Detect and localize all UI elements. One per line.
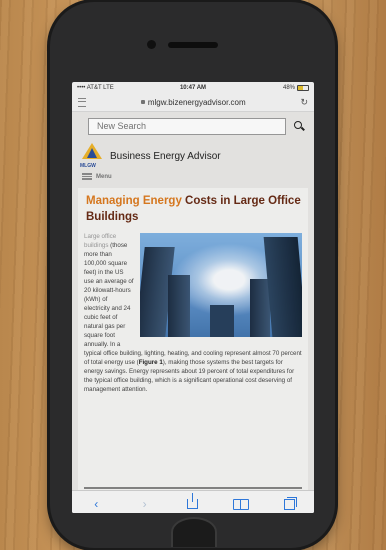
logo-text: MLGW bbox=[80, 163, 96, 169]
site-search bbox=[72, 112, 314, 137]
menu-button[interactable]: Menu bbox=[72, 169, 314, 184]
mlgw-logo[interactable]: MLGW bbox=[80, 143, 104, 169]
building-shape bbox=[168, 275, 190, 338]
url-field[interactable]: mlgw.bizenergyadvisor.com bbox=[92, 98, 294, 107]
share-icon bbox=[187, 493, 199, 509]
article-body: Large office buildings (those more than … bbox=[84, 233, 302, 395]
battery-icon bbox=[297, 84, 309, 91]
browser-address-bar[interactable]: mlgw.bizenergyadvisor.com ↻ bbox=[72, 93, 314, 112]
search-icon[interactable] bbox=[294, 120, 306, 133]
article: Managing Energy Costs in Large Office Bu… bbox=[78, 188, 308, 513]
back-icon[interactable]: ‹ bbox=[86, 496, 106, 512]
bookmarks-button[interactable] bbox=[231, 496, 251, 512]
office-buildings-image bbox=[140, 233, 302, 338]
article-headline: Managing Energy Costs in Large Office Bu… bbox=[86, 195, 301, 223]
figure-link[interactable]: Figure 1 bbox=[139, 359, 163, 366]
building-shape bbox=[250, 279, 270, 338]
forward-icon[interactable]: › bbox=[135, 496, 155, 512]
web-page: MLGW Business Energy Advisor Menu Managi… bbox=[72, 112, 314, 513]
site-title[interactable]: Business Energy Advisor bbox=[110, 151, 221, 162]
earpiece-speaker bbox=[168, 42, 218, 48]
logo-triangle-blue bbox=[87, 148, 97, 158]
search-input[interactable] bbox=[88, 118, 286, 135]
status-time: 10:47 AM bbox=[179, 84, 207, 91]
lock-icon bbox=[140, 100, 145, 105]
site-header: MLGW Business Energy Advisor bbox=[72, 137, 314, 169]
reader-view-icon[interactable] bbox=[78, 97, 86, 107]
iphone-device: •••• AT&T LTE 10:47 AM 48% mlgw.bizenerg… bbox=[50, 2, 335, 548]
building-shape bbox=[210, 305, 234, 338]
status-bar: •••• AT&T LTE 10:47 AM 48% bbox=[72, 82, 314, 93]
share-button[interactable] bbox=[183, 493, 203, 512]
home-button[interactable] bbox=[171, 517, 217, 547]
bookmarks-icon bbox=[233, 498, 250, 510]
menu-label: Menu bbox=[96, 173, 112, 180]
hamburger-icon bbox=[82, 173, 92, 180]
tabs-button[interactable] bbox=[280, 496, 300, 512]
section-divider bbox=[84, 487, 302, 489]
tabs-icon bbox=[284, 496, 298, 510]
battery-fill bbox=[298, 85, 303, 90]
phone-screen: •••• AT&T LTE 10:47 AM 48% mlgw.bizenerg… bbox=[72, 82, 314, 513]
reload-icon[interactable]: ↻ bbox=[300, 97, 308, 108]
safari-toolbar: ‹ › bbox=[72, 490, 314, 513]
front-camera bbox=[147, 40, 156, 49]
url-text: mlgw.bizenergyadvisor.com bbox=[147, 97, 246, 107]
